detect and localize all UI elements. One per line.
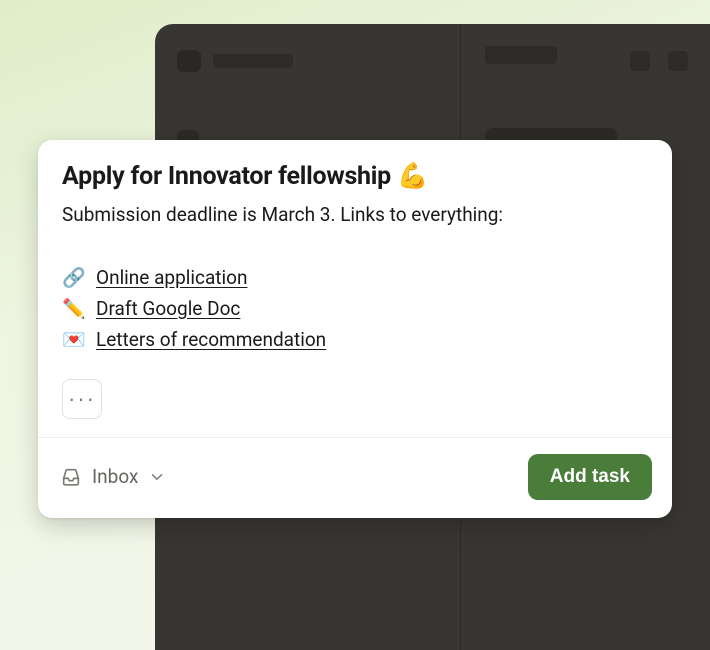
quick-add-dialog: Apply for Innovator fellowship 💪 Submiss… bbox=[38, 140, 672, 518]
task-description[interactable]: Submission deadline is March 3. Links to… bbox=[62, 201, 648, 230]
inbox-icon bbox=[60, 466, 82, 488]
task-link-row: ✏️ Draft Google Doc bbox=[62, 297, 648, 320]
task-title[interactable]: Apply for Innovator fellowship 💪 bbox=[62, 162, 648, 191]
pencil-icon: ✏️ bbox=[62, 297, 86, 320]
quick-add-footer: Inbox Add task bbox=[38, 437, 672, 518]
task-link-row: 🔗 Online application bbox=[62, 266, 648, 289]
chevron-down-icon bbox=[148, 468, 166, 486]
task-links-list: 🔗 Online application ✏️ Draft Google Doc… bbox=[62, 266, 648, 351]
destination-picker[interactable]: Inbox bbox=[58, 461, 168, 492]
task-link[interactable]: Draft Google Doc bbox=[96, 297, 240, 320]
task-link[interactable]: Online application bbox=[96, 266, 247, 289]
destination-label: Inbox bbox=[92, 465, 138, 488]
more-actions-button[interactable]: ··· bbox=[62, 379, 102, 419]
add-task-button[interactable]: Add task bbox=[528, 454, 652, 500]
task-link[interactable]: Letters of recommendation bbox=[96, 328, 326, 351]
link-icon: 🔗 bbox=[62, 266, 86, 289]
task-link-row: 💌 Letters of recommendation bbox=[62, 328, 648, 351]
love-letter-icon: 💌 bbox=[62, 328, 86, 351]
